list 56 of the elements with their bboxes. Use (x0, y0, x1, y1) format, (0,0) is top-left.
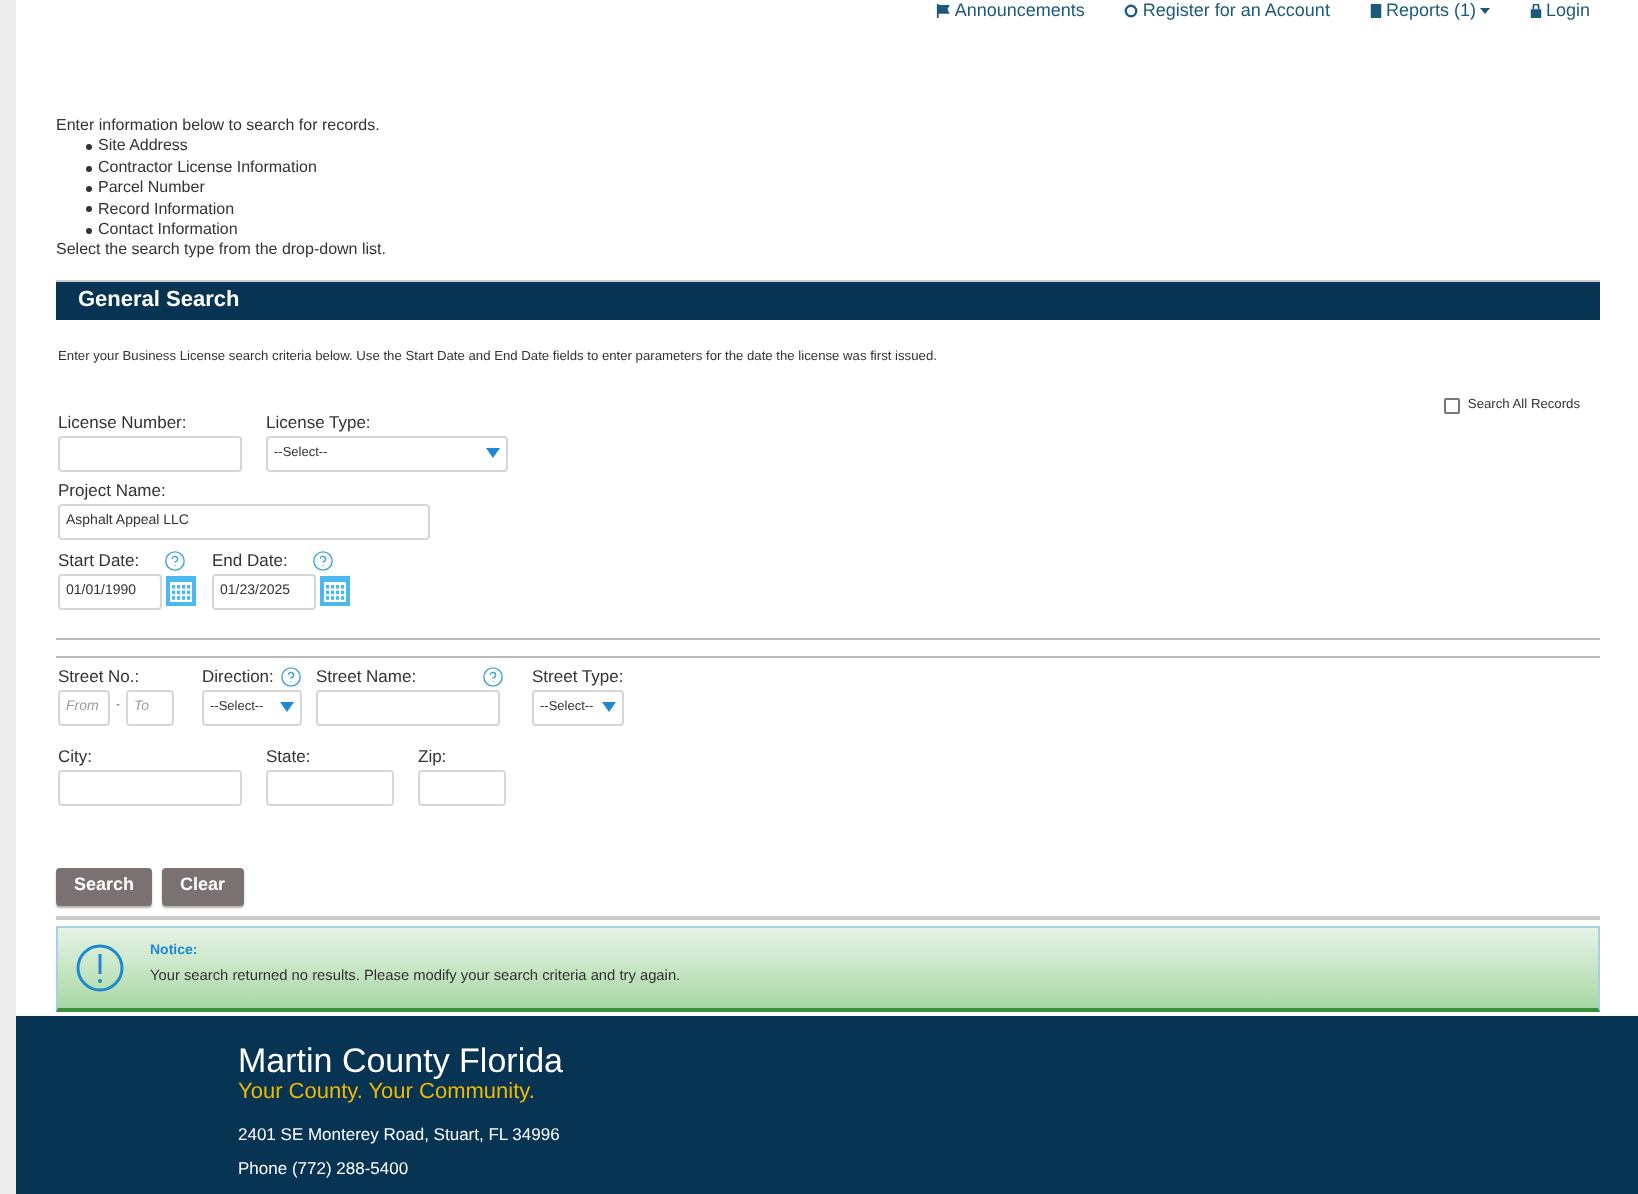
field-label: Street Type: (532, 665, 624, 688)
help-icon[interactable] (279, 665, 302, 688)
list-item: Record Information (98, 199, 235, 221)
circle-icon (1124, 3, 1139, 17)
caret-icon (280, 702, 294, 713)
address-text: 2401 SE Monterey Road, Stuart, FL 34996 (238, 1121, 562, 1147)
field-label: Project Name: (58, 479, 168, 502)
calendar-icon[interactable] (320, 576, 350, 607)
field-label: Zip: (418, 745, 449, 768)
tagline: Your County. Your Community. (238, 1079, 537, 1104)
field-label: End Date: (212, 549, 288, 572)
help-icon[interactable] (163, 549, 186, 572)
flag-icon (936, 3, 951, 17)
list-item: Contact Information (98, 220, 238, 241)
field-label: Direction: (202, 665, 274, 688)
document-icon (1369, 3, 1382, 17)
nav-link[interactable]: Reports (1) (1369, 0, 1490, 20)
nav-link[interactable]: Login (1529, 0, 1590, 20)
list-item: Parcel Number (98, 178, 205, 200)
clear-button[interactable]: Clear (162, 867, 244, 906)
calendar-icon[interactable] (166, 576, 196, 607)
field-label: Start Date: (58, 549, 140, 572)
checkbox[interactable] (1443, 397, 1460, 414)
input-field[interactable] (418, 769, 506, 806)
phone-text: Phone (772) 288-5400 (238, 1156, 411, 1183)
bullet-icon (86, 144, 92, 151)
list-item: Contractor License Information (98, 157, 317, 179)
intro-text: Select the search type from the drop-down list. (56, 240, 388, 262)
help-icon[interactable] (311, 549, 334, 572)
field-label: Street No.: (58, 665, 142, 688)
bullet-icon (86, 227, 92, 234)
county-name: Martin County Florida (238, 1041, 566, 1080)
list-item: Site Address (98, 136, 188, 158)
exclamation-icon (76, 943, 124, 992)
bullet-icon (86, 165, 92, 172)
section-header: General Search (56, 281, 1600, 320)
field-label: Street Name: (316, 665, 417, 688)
lock-icon (1529, 3, 1542, 17)
bullet-icon (86, 185, 92, 192)
search-button[interactable]: Search (56, 867, 153, 906)
input-field[interactable] (58, 435, 242, 472)
caret-icon (602, 702, 616, 713)
field-label: License Type: (266, 411, 373, 434)
input-field[interactable] (316, 689, 500, 726)
input-field[interactable] (58, 769, 242, 806)
caret-icon (1479, 7, 1490, 13)
field-label: City: (58, 745, 94, 768)
field-label: License Number: (58, 411, 189, 434)
nav-link[interactable]: Announcements (936, 0, 1085, 20)
intro-text: Enter information below to search for records. (56, 116, 382, 137)
help-icon[interactable] (482, 665, 504, 688)
field-label: State: (266, 745, 313, 768)
caret-icon (486, 448, 500, 459)
bullet-icon (86, 206, 92, 213)
nav-link[interactable]: Register for an Account (1124, 0, 1330, 20)
input-field[interactable] (266, 769, 394, 806)
